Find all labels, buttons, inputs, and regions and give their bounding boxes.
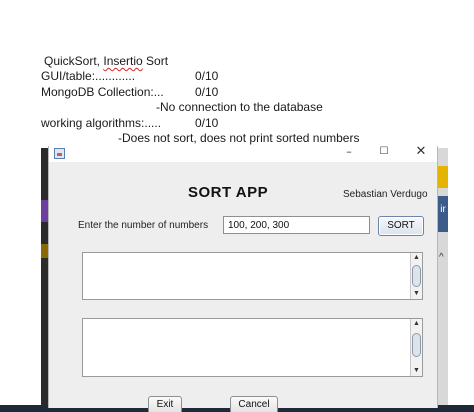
author-label: Sebastian Verdugo — [343, 189, 428, 200]
java-app-icon — [54, 148, 65, 159]
background-edge-text: ir — [438, 196, 448, 232]
note-line-algorithms: QuickSort, Insertio Sort — [44, 54, 168, 68]
notes-document: QuickSort, Insertio Sort GUI/table:.....… — [0, 0, 474, 148]
scrollbar[interactable]: ▲ ▼ — [410, 253, 422, 299]
note-algo-score: 0/10 — [195, 116, 219, 130]
scroll-up-icon[interactable]: ▲ — [411, 319, 422, 329]
background-accent — [41, 244, 48, 258]
sort-app-window: – ☐ ✕ SORT APP Sebastian Verdugo Enter t… — [48, 145, 438, 412]
note-line-prefix: QuickSort, — [44, 54, 104, 68]
note-algo-label: working algorithms:..... — [41, 116, 162, 130]
note-mongo-label: MongoDB Collection:... — [41, 85, 164, 99]
background-app-left-edge — [41, 148, 48, 408]
background-app-right-edge: ir ^ — [438, 148, 448, 408]
scrollbar[interactable]: ▲ ▼ — [410, 319, 422, 376]
maximize-button[interactable]: ☐ — [373, 145, 395, 161]
unsorted-output-area[interactable]: ▲ ▼ — [82, 252, 423, 300]
cancel-button[interactable]: Cancel — [230, 396, 278, 412]
number-count-label: Enter the number of numbers — [78, 220, 209, 231]
close-button[interactable]: ✕ — [410, 145, 432, 161]
scrollbar-thumb[interactable] — [412, 333, 421, 357]
app-title: SORT APP — [188, 184, 269, 201]
note-line-suffix: Sort — [142, 54, 169, 68]
scroll-up-icon[interactable]: ▲ — [411, 253, 422, 263]
background-accent — [438, 166, 448, 188]
scrollbar-thumb[interactable] — [412, 265, 421, 287]
numbers-input[interactable] — [223, 216, 370, 234]
window-titlebar[interactable]: – ☐ ✕ — [49, 145, 437, 162]
note-mongo-score: 0/10 — [195, 85, 219, 99]
sorted-output-area[interactable]: ▲ ▼ — [82, 318, 423, 377]
note-algo-comment: -Does not sort, does not print sorted nu… — [118, 131, 360, 145]
note-gui-score: 0/10 — [195, 69, 219, 83]
sort-button[interactable]: SORT — [378, 216, 424, 236]
scroll-down-icon[interactable]: ▼ — [411, 366, 422, 376]
scroll-down-icon[interactable]: ▼ — [411, 289, 422, 299]
exit-button[interactable]: Exit — [148, 396, 182, 412]
background-accent — [41, 200, 48, 222]
minimize-button[interactable]: – — [338, 145, 360, 161]
note-gui-label: GUI/table:............ — [41, 69, 136, 83]
note-mongo-comment: -No connection to the database — [156, 100, 323, 114]
note-misspelled-word: Insertio — [103, 54, 143, 68]
chevron-up-icon: ^ — [439, 252, 444, 263]
